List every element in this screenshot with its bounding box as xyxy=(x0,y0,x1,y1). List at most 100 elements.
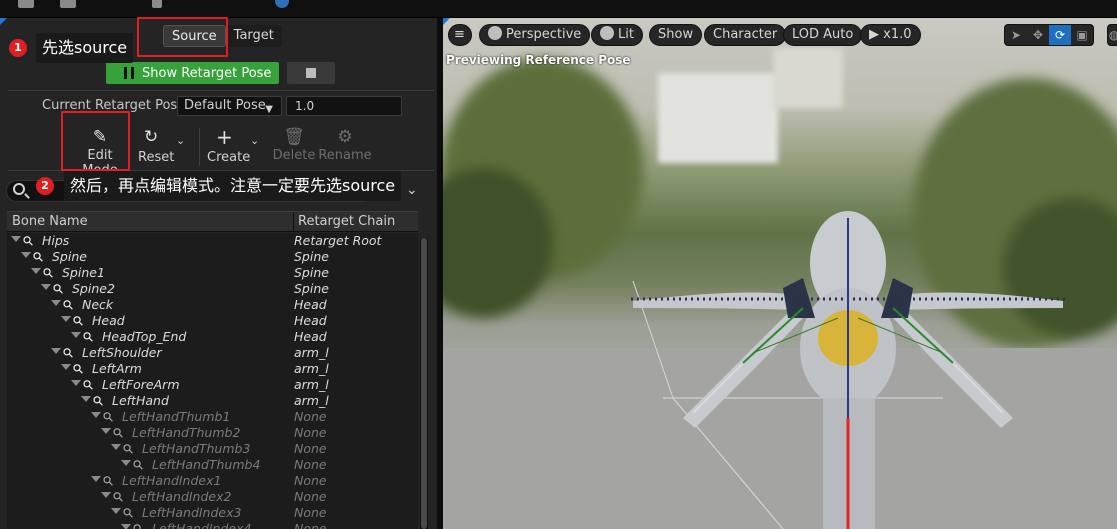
perspective-button[interactable]: Perspective xyxy=(479,24,591,46)
column-divider[interactable] xyxy=(293,212,294,232)
bone-icon: ⚲ xyxy=(130,521,147,529)
bone-icon: ⚲ xyxy=(50,280,68,299)
bone-tree-row[interactable]: ⚲ LeftHandThumb2 None xyxy=(7,425,418,442)
lit-button[interactable]: Lit xyxy=(591,24,643,46)
toolbar-separator xyxy=(199,128,200,166)
bone-icon: ⚲ xyxy=(70,360,88,379)
retarget-chain: None xyxy=(294,489,327,504)
column-retarget-chain[interactable]: Retarget Chain xyxy=(298,214,395,229)
show-label: Show xyxy=(658,27,694,42)
bone-icon: ⚲ xyxy=(30,248,48,267)
chevron-down-icon[interactable]: ⌄ xyxy=(406,182,418,198)
bone-tree-row[interactable]: ⚲ LeftHandThumb1 None xyxy=(7,408,418,427)
bone-tree: ⚲ Hips Retarget Root ⚲ Spine Spine ⚲ Spine1 Spin… xyxy=(7,233,418,529)
create-button[interactable]: + Create ⌄ xyxy=(204,126,268,170)
tree-scrollbar[interactable] xyxy=(420,238,428,529)
bone-name: LeftForeArm xyxy=(102,377,180,392)
column-bone-name[interactable]: Bone Name xyxy=(12,214,88,229)
rotate-tool-icon[interactable]: ⟳ xyxy=(1049,25,1071,45)
bone-tree-row[interactable]: ⚲ LeftHand arm_l xyxy=(7,392,418,411)
source-target-toggle: Source Target xyxy=(163,25,282,47)
stop-button[interactable] xyxy=(287,62,335,84)
lit-label: Lit xyxy=(618,27,634,42)
bone-icon: ⚲ xyxy=(60,344,78,363)
bone-icon: ⚲ xyxy=(60,296,78,315)
lod-button[interactable]: LOD Auto xyxy=(783,24,863,46)
bone-icon: ⚲ xyxy=(100,408,118,427)
bone-tree-row[interactable]: ⚲ LeftHandIndex3 None xyxy=(7,504,418,523)
bone-name: Spine1 xyxy=(62,265,105,280)
bone-tree-row[interactable]: ⚲ LeftShoulder arm_l xyxy=(7,344,418,363)
retarget-pose-blend-input[interactable]: 1.0 xyxy=(286,96,402,116)
bone-tree-row[interactable]: ⚲ LeftHandIndex4 None xyxy=(7,521,418,529)
chevron-down-icon[interactable]: ⌄ xyxy=(250,134,259,147)
bone-tree-row[interactable]: ⚲ Head Head xyxy=(7,313,418,330)
viewport-menu-button[interactable]: ≡ xyxy=(448,24,472,46)
rename-button[interactable]: ⚙ Rename xyxy=(318,126,372,170)
bone-icon: ⚲ xyxy=(20,233,38,251)
divider xyxy=(8,90,434,91)
preview-viewport[interactable]: ≡ Perspective Lit Show Character LOD Aut… xyxy=(443,18,1117,529)
browse-icon[interactable] xyxy=(60,0,76,8)
bone-tree-row[interactable]: ⚲ HeadTop_End Head xyxy=(7,329,418,346)
trash-icon: 🗑 xyxy=(283,127,305,147)
bone-icon: ⚲ xyxy=(110,488,128,507)
bone-name: LeftHand xyxy=(112,393,169,408)
scrollbar-thumb[interactable] xyxy=(421,238,427,529)
bone-name: Spine2 xyxy=(72,281,115,296)
show-retarget-pose-button[interactable]: Show Retarget Pose xyxy=(106,62,279,84)
bone-icon: ⚲ xyxy=(120,504,138,523)
lit-sphere-icon xyxy=(600,26,614,40)
select-tool-icon[interactable]: ➤ xyxy=(1005,25,1027,45)
bone-tree-row[interactable]: ⚲ LeftHandThumb3 None xyxy=(7,440,418,459)
bone-tree-row[interactable]: ⚲ Neck Head xyxy=(7,296,418,315)
bone-tree-row[interactable]: ⚲ LeftHandIndex1 None xyxy=(7,473,418,490)
show-button[interactable]: Show xyxy=(649,24,703,46)
current-retarget-pose-label: Current Retarget Pose: xyxy=(42,98,190,113)
create-label: Create xyxy=(207,150,251,165)
retarget-chain: Head xyxy=(294,329,327,344)
retarget-pose-dropdown[interactable]: Default Pose ▼ xyxy=(177,96,282,116)
delete-button[interactable]: 🗑 Delete xyxy=(272,126,316,170)
playback-speed-label: x1.0 xyxy=(883,27,912,42)
bone-name: HeadTop_End xyxy=(102,329,187,344)
info-icon[interactable] xyxy=(275,0,289,8)
delete-label: Delete xyxy=(272,148,316,163)
tab-target[interactable]: Target xyxy=(225,25,282,47)
character-button[interactable]: Character xyxy=(704,24,787,46)
edit-mode-button[interactable]: ✎ Edit Mode xyxy=(68,126,132,178)
bone-tree-row[interactable]: ⚲ LeftForeArm arm_l xyxy=(7,376,418,395)
bone-name: LeftHandIndex4 xyxy=(152,521,252,529)
chevron-down-icon[interactable]: ⌄ xyxy=(176,134,185,147)
bone-tree-row[interactable]: ⚲ LeftHandThumb4 None xyxy=(7,457,418,474)
bone-tree-header: Bone Name Retarget Chain xyxy=(7,211,418,232)
bone-name: LeftShoulder xyxy=(82,345,162,360)
bone-icon: ⚲ xyxy=(120,440,138,459)
bone-tree-row[interactable]: ⚲ LeftArm arm_l xyxy=(7,360,418,379)
move-tool-icon[interactable]: ✥ xyxy=(1027,25,1049,45)
bone-icon: ⚲ xyxy=(90,392,108,411)
retarget-chain: Spine xyxy=(294,265,329,280)
bone-icon: ⚲ xyxy=(80,376,98,395)
tab-source[interactable]: Source xyxy=(163,25,226,47)
bone-tree-row[interactable]: ⚲ Spine2 Spine xyxy=(7,280,418,299)
perspective-label: Perspective xyxy=(506,27,582,42)
callout-1: 先选source xyxy=(36,33,134,63)
retarget-chain: Spine xyxy=(294,249,329,264)
retarget-chain: arm_l xyxy=(294,377,329,392)
bone-name: LeftHandIndex1 xyxy=(122,473,222,488)
character-skeleton-preview xyxy=(631,211,1065,529)
bone-tree-row[interactable]: ⚲ Spine1 Spine xyxy=(7,265,418,282)
bone-tree-row[interactable]: ⚲ LeftHandIndex2 None xyxy=(7,488,418,507)
retarget-chain: None xyxy=(294,473,327,488)
playback-speed-button[interactable]: ▶ x1.0 xyxy=(860,24,921,46)
more-tools[interactable]: ◍ xyxy=(1107,24,1117,46)
bone-tree-row[interactable]: ⚲ Hips Retarget Root xyxy=(7,233,418,251)
retarget-chain: None xyxy=(294,425,327,440)
reset-button[interactable]: ↻ Reset ⌄ xyxy=(134,126,194,170)
bone-tree-row[interactable]: ⚲ Spine Spine xyxy=(7,248,418,267)
scale-tool-icon[interactable]: ▣ xyxy=(1071,25,1093,45)
globe-icon[interactable]: ◍ xyxy=(1108,25,1117,45)
save-icon[interactable] xyxy=(18,0,34,8)
toolbar-icon[interactable] xyxy=(152,0,162,8)
